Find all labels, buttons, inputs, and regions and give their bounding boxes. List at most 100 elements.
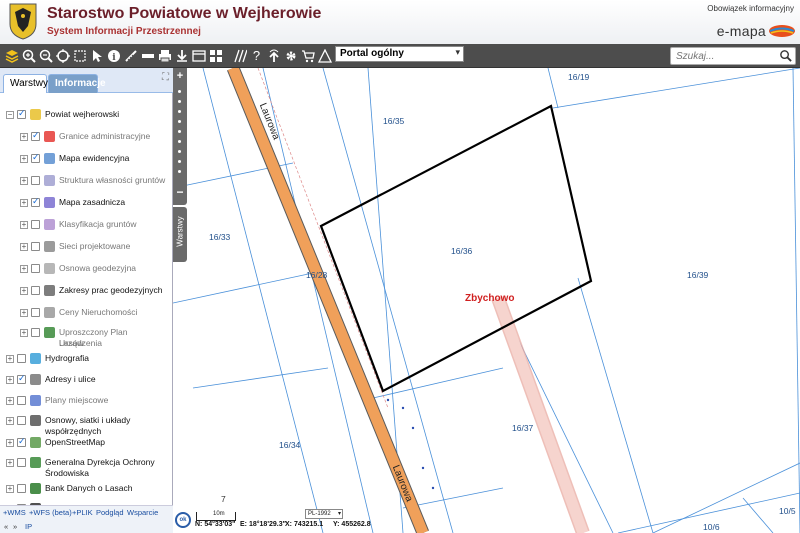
expand-icon[interactable]: + [20,329,28,337]
tab-informacje[interactable]: Informacje [48,74,106,93]
obowiazek-link[interactable]: Obowiązek informacyjny [707,4,794,13]
portal-select[interactable]: Portal ogólny ▾ [335,46,464,62]
zoom-level-dot[interactable] [178,170,181,173]
layer-checkbox[interactable] [31,264,40,273]
layer-checkbox[interactable] [17,484,26,493]
layer-icon [43,306,56,319]
layers-icon[interactable] [3,47,20,64]
expand-icon[interactable]: + [6,417,14,425]
triangle-icon[interactable] [316,47,333,64]
status-bar: ok 10m PL-1992 ▾ N: 54°33'03" E: 18°18'2… [175,509,475,533]
expand-icon[interactable]: + [20,133,28,141]
layer-checkbox[interactable] [31,220,40,229]
zoom-in-icon[interactable] [20,47,37,64]
preview-link[interactable]: Podgląd [96,508,124,517]
zoom-box-icon[interactable] [71,47,88,64]
layer-checkbox[interactable] [17,436,26,447]
expand-icon[interactable]: + [20,265,28,273]
layer-checkbox[interactable] [17,354,26,363]
expand-icon[interactable]: + [20,177,28,185]
expand-icon[interactable]: + [20,243,28,251]
tab-warstwy[interactable]: Warstwy [3,74,48,93]
expand-icon[interactable]: + [6,376,14,384]
zoom-in-button[interactable]: + [174,70,186,82]
measure-icon[interactable] [122,47,139,64]
ip-link[interactable]: IP [25,522,32,531]
pointer-icon[interactable] [88,47,105,64]
parcel-label: 16/19 [568,72,590,82]
layer-label: Sieci projektowane [59,241,131,251]
layer-icon [29,352,42,365]
chevron-down-icon: ▾ [455,47,460,57]
app-subtitle: System Informacji Przestrzennej [47,26,201,37]
layer-label: Plany miejscowe [45,395,109,405]
expand-icon[interactable]: − [6,111,14,119]
parcel-label: 10/6 [703,522,720,532]
layer-checkbox[interactable] [17,416,26,425]
cart-icon[interactable] [299,47,316,64]
panel-footer: +WMS +WFS (beta) +PLIK Podgląd Wsparcie … [0,505,173,533]
expand-icon[interactable]: + [20,155,28,163]
expand-icon[interactable]: + [6,485,14,493]
layer-checkbox[interactable] [31,328,40,337]
expand-icon[interactable]: + [20,199,28,207]
zoom-level-dot[interactable] [178,160,181,163]
hatch-icon[interactable] [231,47,248,64]
layer-checkbox[interactable] [17,396,26,405]
crest-logo [9,3,37,40]
prev-icon[interactable]: « [4,522,8,531]
expand-icon[interactable]: + [6,459,14,467]
layer-checkbox[interactable] [31,176,40,185]
layer-checkbox[interactable] [17,373,26,384]
expand-icon[interactable]: + [6,355,14,363]
layer-checkbox[interactable] [31,286,40,295]
layer-label: Generalna Dyrekcja Ochrony [45,457,155,467]
layer-checkbox[interactable] [31,130,40,141]
layer-label: Struktura własności gruntów [59,175,166,185]
layer-checkbox[interactable] [31,152,40,163]
download-icon[interactable] [173,47,190,64]
help-icon[interactable]: ? [248,47,265,64]
zoom-level-dot[interactable] [178,90,181,93]
settings-icon[interactable] [282,47,299,64]
next-icon[interactable]: » [13,522,17,531]
coord-system-select[interactable]: PL-1992 ▾ [305,509,343,519]
add-wms-link[interactable]: +WMS [3,508,26,517]
map-canvas[interactable]: 16/19 16/35 16/33 16/36 16/28 16/39 16/3… [173,68,800,533]
zoom-level-dot[interactable] [178,110,181,113]
expand-icon[interactable]: + [20,221,28,229]
zoom-out-button[interactable]: − [174,185,186,199]
window-icon[interactable] [190,47,207,64]
collapse-panel-icon[interactable]: ⛶ [162,72,169,83]
layer-checkbox[interactable] [31,196,40,207]
upload-icon[interactable] [265,47,282,64]
ok-button[interactable]: ok [175,512,191,528]
search-input[interactable] [671,48,779,64]
zoom-level-dot[interactable] [178,120,181,123]
layer-checkbox[interactable] [17,458,26,467]
zoom-level-dot[interactable] [178,130,181,133]
expand-icon[interactable]: + [20,287,28,295]
layer-label: Klasyfikacja gruntów [59,219,137,229]
grid-icon[interactable] [207,47,224,64]
layer-icon [29,373,42,386]
layer-checkbox[interactable] [17,108,26,119]
layer-checkbox[interactable] [31,308,40,317]
zoom-out-icon[interactable] [37,47,54,64]
search-icon[interactable] [779,49,792,62]
info-icon[interactable]: i [105,47,122,64]
warstwy-toggle[interactable]: Warstwy [173,207,187,262]
ruler-icon[interactable] [139,47,156,64]
layer-checkbox[interactable] [31,242,40,251]
zoom-level-dot[interactable] [178,140,181,143]
expand-icon[interactable]: + [20,309,28,317]
print-icon[interactable] [156,47,173,64]
zoom-level-dot[interactable] [178,100,181,103]
add-file-link[interactable]: +PLIK [72,508,93,517]
zoom-level-dot[interactable] [178,150,181,153]
expand-icon[interactable]: + [6,397,14,405]
expand-icon[interactable]: + [6,439,14,447]
full-extent-icon[interactable] [54,47,71,64]
support-link[interactable]: Wsparcie [127,508,158,517]
add-wfs-link[interactable]: +WFS (beta) [29,508,72,517]
